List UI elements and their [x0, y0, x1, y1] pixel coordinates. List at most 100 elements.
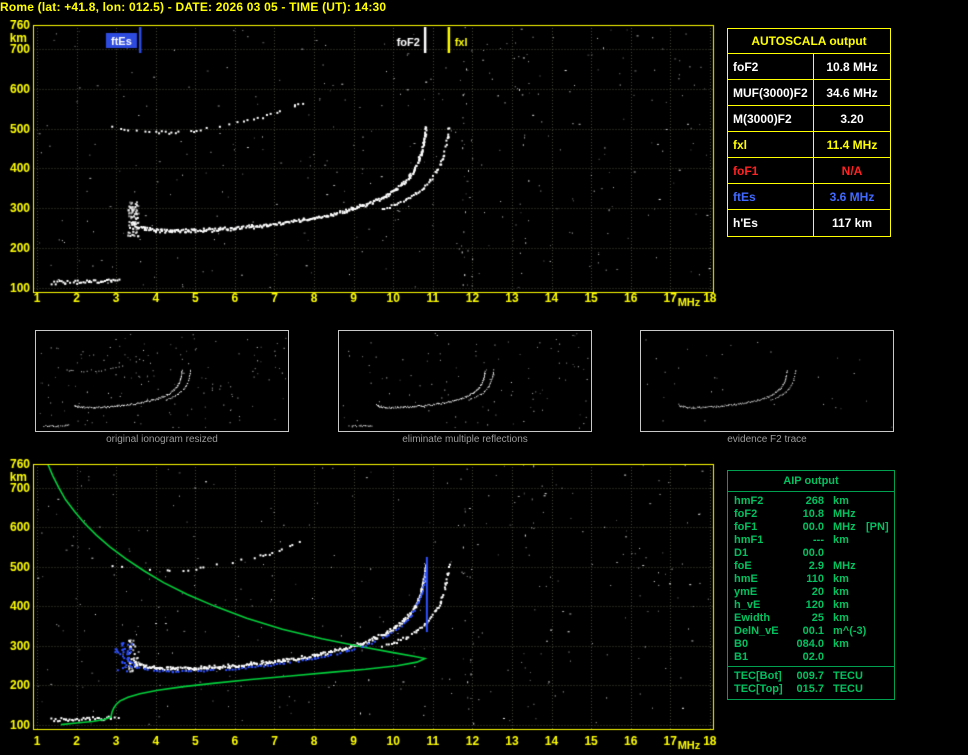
aip-param-value: 00.0: [802, 547, 824, 559]
aip-param-value: 00.1: [802, 625, 824, 637]
aip-param-label: ymE: [734, 586, 758, 598]
aip-param-value: 02.0: [802, 651, 824, 663]
aip-row-hmf1: hmF1 --- km: [728, 534, 894, 547]
aip-param-unit: km: [833, 612, 849, 624]
aip-param-note: [866, 670, 894, 683]
autoscala-param-value: 10.8 MHz: [826, 60, 878, 74]
autoscala-table-title: AUTOSCALA output: [728, 29, 890, 54]
autoscala-param-value: 11.4 MHz: [826, 138, 878, 152]
aip-param-label: TEC[Bot]: [734, 670, 782, 682]
aip-table-tec-rows: TEC[Bot] 009.7 TECU TEC[Top] 015.7 TECU: [728, 666, 894, 699]
thumbnail-evidence-f2-trace-canvas: [641, 331, 893, 431]
aip-param-note: [866, 612, 894, 625]
aip-row-foe: foE 2.9 MHz: [728, 560, 894, 573]
autoscala-param-value: 3.6 MHz: [829, 190, 875, 204]
aip-param-note: [866, 599, 894, 612]
aip-param-unit: [824, 651, 866, 664]
autoscala-param-value: N/A: [841, 164, 863, 178]
aip-param-unit: m^(-3): [833, 625, 867, 637]
aip-param-note: [866, 625, 894, 638]
aip-param-label: hmE: [734, 573, 758, 585]
autoscala-row-fof1: foF1 N/A: [728, 158, 890, 184]
aip-param-unit: km: [833, 573, 849, 585]
aip-param-value: 10.8: [802, 508, 824, 520]
thumbnail-caption-eliminate: eliminate multiple reflections: [402, 434, 528, 445]
autoscala-param-label: ftEs: [728, 184, 814, 209]
autoscala-row-ftes: ftEs 3.6 MHz: [728, 184, 890, 210]
aip-param-unit: km: [833, 638, 849, 650]
aip-param-label: B0: [734, 638, 749, 650]
autoscala-row-m-3000-f2: M(3000)F2 3.20: [728, 106, 890, 132]
aip-table-rows: hmF2 268 km foF2 10.8 MHz foF1 00.0 MHz [PN] hmF1 -…: [728, 492, 894, 666]
aip-param-value: 110: [806, 573, 824, 585]
autoscala-row-fof2: foF2 10.8 MHz: [728, 54, 890, 80]
thumbnail-eliminate-multiples: [338, 330, 592, 432]
aip-param-label: TEC[Top]: [734, 683, 783, 695]
aip-row-ewidth: Ewidth 25 km: [728, 612, 894, 625]
aip-param-note: [866, 573, 894, 586]
autoscala-param-label: M(3000)F2: [728, 106, 814, 131]
aip-row-b1: B1 02.0: [728, 651, 894, 664]
aip-param-value: ---: [813, 534, 824, 546]
autoscala-row-fxl: fxl 11.4 MHz: [728, 132, 890, 158]
aip-param-unit: km: [833, 495, 849, 507]
autoscala-param-value: 117 km: [831, 216, 873, 230]
aip-output-table: AIP output hmF2 268 km foF2 10.8 MHz foF1 00.0 M…: [727, 470, 895, 700]
aip-row-yme: ymE 20 km: [728, 586, 894, 599]
station-date-title: Rome (lat: +41.8, lon: 012.5) - DATE: 20…: [0, 0, 387, 14]
aip-param-value: 009.7: [796, 670, 824, 682]
thumbnail-caption-evidence: evidence F2 trace: [727, 434, 807, 445]
profile-ionogram-plot: [0, 458, 725, 755]
aip-param-value: 00.0: [802, 521, 824, 533]
aip-param-label: DelN_vE: [734, 625, 779, 637]
aip-row-h-ve: h_vE 120 km: [728, 599, 894, 612]
aip-param-unit: MHz: [833, 560, 856, 572]
aip-param-value: 120: [805, 599, 824, 611]
aip-row-hmf2: hmF2 268 km: [728, 495, 894, 508]
aip-param-unit: km: [833, 599, 849, 611]
aip-param-value: 084.0: [796, 638, 824, 650]
aip-param-value: 20: [811, 586, 824, 598]
aip-param-value: 25: [811, 612, 824, 624]
aip-row-tec-top-: TEC[Top] 015.7 TECU: [728, 683, 894, 696]
aip-param-label: hmF1: [734, 534, 764, 546]
thumbnail-original-ionogram-canvas: [36, 331, 288, 431]
autoscala-output-table: AUTOSCALA output foF2 10.8 MHz MUF(3000)F2…: [727, 28, 891, 237]
autoscala-param-label: fxl: [728, 132, 814, 157]
thumbnail-original-ionogram: [35, 330, 289, 432]
aip-param-note: [866, 495, 894, 508]
aip-row-tec-bot-: TEC[Bot] 009.7 TECU: [728, 670, 894, 683]
autoscala-row-h-es: h'Es 117 km: [728, 210, 890, 236]
recorded-ionogram-plot: [0, 20, 725, 315]
thumbnail-evidence-f2-trace: [640, 330, 894, 432]
aip-param-unit: MHz: [833, 521, 856, 533]
aip-param-note: [866, 534, 894, 547]
aip-table-title: AIP output: [728, 471, 894, 492]
aip-row-d1: D1 00.0: [728, 547, 894, 560]
aip-param-unit: MHz: [833, 508, 856, 520]
aip-param-note: [866, 638, 894, 651]
thumbnail-caption-original: original ionogram resized: [106, 434, 218, 445]
autoscala-param-label: h'Es: [728, 210, 814, 236]
autoscala-param-value: 3.20: [840, 112, 864, 126]
aip-param-label: foF2: [734, 508, 758, 520]
autoscala-param-value: 34.6 MHz: [826, 86, 878, 100]
aip-param-label: Ewidth: [734, 612, 771, 624]
aip-param-label: h_vE: [734, 599, 761, 611]
autoscala-param-label: MUF(3000)F2: [728, 80, 814, 105]
aip-param-unit: km: [833, 586, 849, 598]
aip-param-label: hmF2: [734, 495, 764, 507]
autoscala-row-muf-3000-f2: MUF(3000)F2 34.6 MHz: [728, 80, 890, 106]
aip-row-fof2: foF2 10.8 MHz: [728, 508, 894, 521]
aip-param-note: [866, 586, 894, 599]
aip-param-label: D1: [734, 547, 749, 559]
aip-param-label: B1: [734, 651, 749, 663]
aip-row-hme: hmE 110 km: [728, 573, 894, 586]
aip-param-label: foE: [734, 560, 752, 572]
aip-param-value: 268: [805, 495, 824, 507]
aip-param-note: [PN]: [866, 521, 889, 533]
aip-param-value: 015.7: [796, 683, 824, 695]
aip-param-note: [866, 651, 894, 664]
aip-param-unit: [824, 547, 866, 560]
aip-param-label: foF1: [734, 521, 758, 533]
